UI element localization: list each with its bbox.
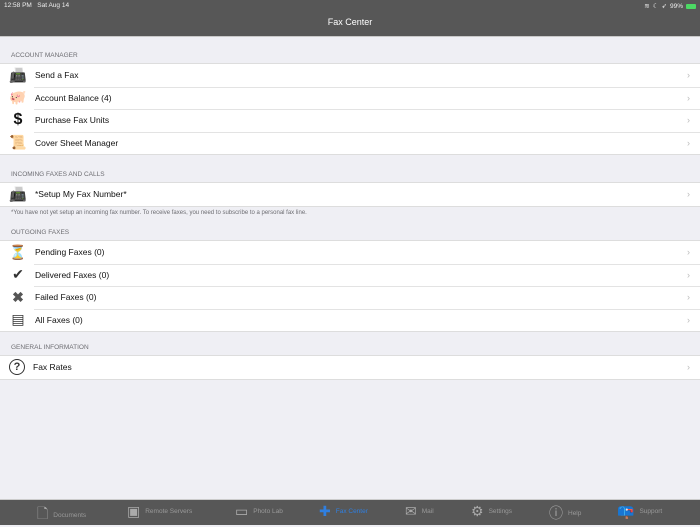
- status-indicators: ≋ ☾ ➶ 99%: [644, 2, 696, 10]
- section-incoming: INCOMING FAXES AND CALLS 📠 *Setup My Fax …: [0, 171, 700, 219]
- fax-icon: ✚: [319, 503, 331, 519]
- purchase-fax-units-row[interactable]: $ Purchase Fax Units ›: [0, 109, 700, 132]
- row-label: Send a Fax: [35, 70, 79, 81]
- piggy-bank-icon: 🐖: [9, 89, 27, 106]
- chevron-right-icon: ›: [687, 314, 690, 325]
- help-icon: ⓘ: [549, 505, 563, 521]
- tab-label: Mail: [421, 508, 434, 515]
- page-title: Fax Center: [327, 17, 373, 27]
- row-label: Cover Sheet Manager: [35, 137, 119, 148]
- setup-fax-number-row[interactable]: 📠 *Setup My Fax Number* ›: [0, 183, 700, 206]
- tab-photo-lab[interactable]: ▭ Photo Lab: [235, 503, 283, 520]
- chevron-right-icon: ›: [687, 189, 690, 200]
- wifi-icon: ≋: [644, 3, 650, 10]
- mail-icon: ✉: [405, 503, 417, 519]
- servers-icon: ▣: [127, 503, 141, 519]
- tab-label: Support: [639, 508, 663, 515]
- section-general-information: GENERAL INFORMATION ? Fax Rates ›: [0, 344, 700, 380]
- pending-faxes-row[interactable]: ⏳ Pending Faxes (0) ›: [0, 241, 700, 264]
- fax-machine-icon: 📠: [9, 185, 27, 202]
- section-header: ACCOUNT MANAGER: [11, 52, 78, 59]
- document-icon: 🗋: [37, 505, 49, 521]
- question-icon: ?: [9, 359, 25, 376]
- tab-help[interactable]: ⓘ Help: [549, 503, 581, 523]
- row-label: All Faxes (0): [35, 314, 83, 325]
- send-fax-row[interactable]: 📠 Send a Fax ›: [0, 64, 700, 87]
- photos-icon: ▭: [235, 503, 249, 519]
- section-account-manager: ACCOUNT MANAGER 📠 Send a Fax › 🐖 Account Ba…: [0, 52, 700, 155]
- chevron-right-icon: ›: [687, 247, 690, 258]
- location-icon: ➶: [661, 3, 667, 10]
- pending-icon: ⏳: [9, 243, 27, 260]
- all-faxes-row[interactable]: ▤ All Faxes (0) ›: [0, 308, 700, 332]
- tab-bar: 🗋 Documents ▣ Remote Servers ▭ Photo Lab ✚ F…: [0, 499, 700, 525]
- chevron-right-icon: ›: [687, 292, 690, 303]
- fax-rates-row[interactable]: ? Fax Rates ›: [0, 356, 700, 379]
- moon-icon: ☾: [652, 3, 659, 10]
- row-label: Delivered Faxes (0): [35, 269, 110, 280]
- status-time-date: 12:58 PM Sat Aug 14: [4, 2, 69, 9]
- section-outgoing: OUTGOING FAXES ⏳ Pending Faxes (0) › ✔ Deli…: [0, 229, 700, 332]
- scroll-icon: 📜: [9, 134, 27, 151]
- cover-sheet-manager-row[interactable]: 📜 Cover Sheet Manager ›: [0, 131, 700, 155]
- section-header: INCOMING FAXES AND CALLS: [11, 171, 105, 178]
- gear-icon: ⚙: [471, 503, 484, 519]
- tab-label: Remote Servers: [145, 508, 193, 515]
- tab-fax-center[interactable]: ✚ Fax Center: [319, 503, 368, 520]
- row-label: Pending Faxes (0): [35, 247, 105, 258]
- tab-label: Photo Lab: [253, 508, 283, 515]
- chevron-right-icon: ›: [687, 70, 690, 81]
- tab-label: Settings: [488, 508, 513, 515]
- tab-remote-servers[interactable]: ▣ Remote Servers: [127, 503, 192, 520]
- navigation-bar: 12:58 PM Sat Aug 14 ≋ ☾ ➶ 99% Fax Center: [0, 0, 700, 37]
- checkmark-icon: ✔: [12, 266, 24, 283]
- account-balance-row[interactable]: 🐖 Account Balance (4) ›: [0, 86, 700, 110]
- failed-faxes-row[interactable]: ✖ Failed Faxes (0) ›: [0, 286, 700, 309]
- tab-settings[interactable]: ⚙ Settings: [471, 503, 512, 520]
- tab-label: Help: [568, 509, 582, 517]
- row-label: Failed Faxes (0): [35, 292, 97, 303]
- x-icon: ✖: [12, 288, 24, 305]
- row-label: Account Balance (4): [35, 92, 112, 103]
- tab-label: Fax Center: [335, 508, 368, 515]
- fax-machine-icon: 📠: [9, 66, 27, 83]
- battery-percent: 99%: [669, 2, 683, 10]
- chevron-right-icon: ›: [687, 362, 690, 373]
- battery-icon: [686, 3, 696, 9]
- status-date: Sat Aug 14: [37, 2, 70, 9]
- dollar-icon: $: [13, 111, 23, 129]
- chevron-right-icon: ›: [687, 92, 690, 103]
- section-header: OUTGOING FAXES: [11, 229, 70, 236]
- chevron-right-icon: ›: [687, 137, 690, 148]
- row-label: Purchase Fax Units: [35, 115, 110, 126]
- row-label: Fax Rates: [33, 362, 72, 373]
- status-time: 12:58 PM: [4, 2, 32, 9]
- tab-documents[interactable]: 🗋 Documents: [37, 503, 86, 527]
- incoming-fax-note: *You have not yet setup an incoming fax …: [11, 209, 307, 216]
- row-label: *Setup My Fax Number*: [35, 189, 127, 200]
- chevron-right-icon: ›: [687, 115, 690, 126]
- mailbox-icon: 📪: [617, 503, 635, 519]
- chevron-right-icon: ›: [687, 269, 690, 280]
- delivered-faxes-row[interactable]: ✔ Delivered Faxes (0) ›: [0, 263, 700, 287]
- tab-label: Documents: [53, 511, 87, 519]
- tab-mail[interactable]: ✉ Mail: [405, 503, 434, 520]
- list-icon: ▤: [11, 311, 25, 328]
- tab-support[interactable]: 📪 Support: [617, 503, 662, 520]
- section-header: GENERAL INFORMATION: [11, 344, 89, 351]
